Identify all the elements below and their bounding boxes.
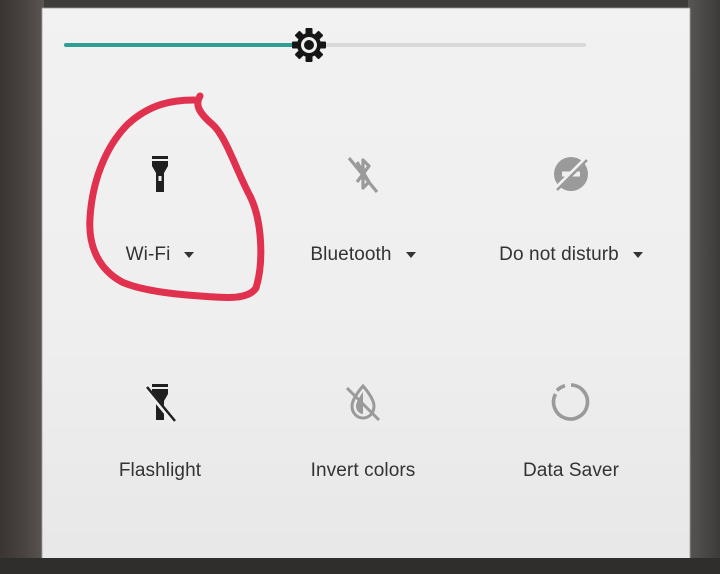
brightness-gear-icon[interactable] (288, 24, 330, 66)
tile-label: Flashlight (118, 460, 202, 481)
tile-bluetooth-label-row: Bluetooth (268, 244, 458, 266)
tile-label: Do not disturb (499, 244, 619, 265)
tile-label: Invert colors (310, 460, 416, 481)
screen-bezel-left (0, 0, 44, 574)
tile-do-not-disturb[interactable]: Do not disturb (476, 152, 666, 302)
tile-label: Bluetooth (310, 244, 392, 265)
tile-wifi[interactable]: Wi-Fi (65, 152, 255, 302)
tile-data-saver-label-row: Data Saver (476, 460, 666, 482)
tile-invert-colors[interactable]: Invert colors (268, 380, 458, 530)
tile-flashlight[interactable]: Flashlight (65, 380, 255, 530)
screen-bezel-bottom (0, 558, 720, 574)
flashlight-off-icon (138, 380, 182, 424)
tile-label: Data Saver (522, 460, 620, 481)
chevron-down-icon[interactable] (632, 252, 643, 258)
tile-invert-colors-label-row: Invert colors (268, 460, 458, 482)
screen-bezel-right (688, 0, 720, 574)
bluetooth-off-icon (341, 152, 385, 196)
tile-wifi-label-row: Wi-Fi (65, 244, 255, 266)
data-saver-icon (549, 380, 593, 424)
tile-flashlight-label-row: Flashlight (65, 460, 255, 482)
brightness-slider[interactable] (64, 28, 586, 62)
chevron-down-icon[interactable] (184, 252, 195, 258)
tile-do-not-disturb-label-row: Do not disturb (476, 244, 666, 266)
do-not-disturb-off-icon (549, 152, 593, 196)
tile-bluetooth[interactable]: Bluetooth (268, 152, 458, 302)
invert-colors-off-icon (341, 380, 385, 424)
chevron-down-icon[interactable] (405, 252, 416, 258)
brightness-fill (64, 43, 310, 47)
flashlight-icon (138, 152, 182, 196)
tile-label: Wi-Fi (125, 244, 171, 265)
tile-data-saver[interactable]: Data Saver (476, 380, 666, 530)
